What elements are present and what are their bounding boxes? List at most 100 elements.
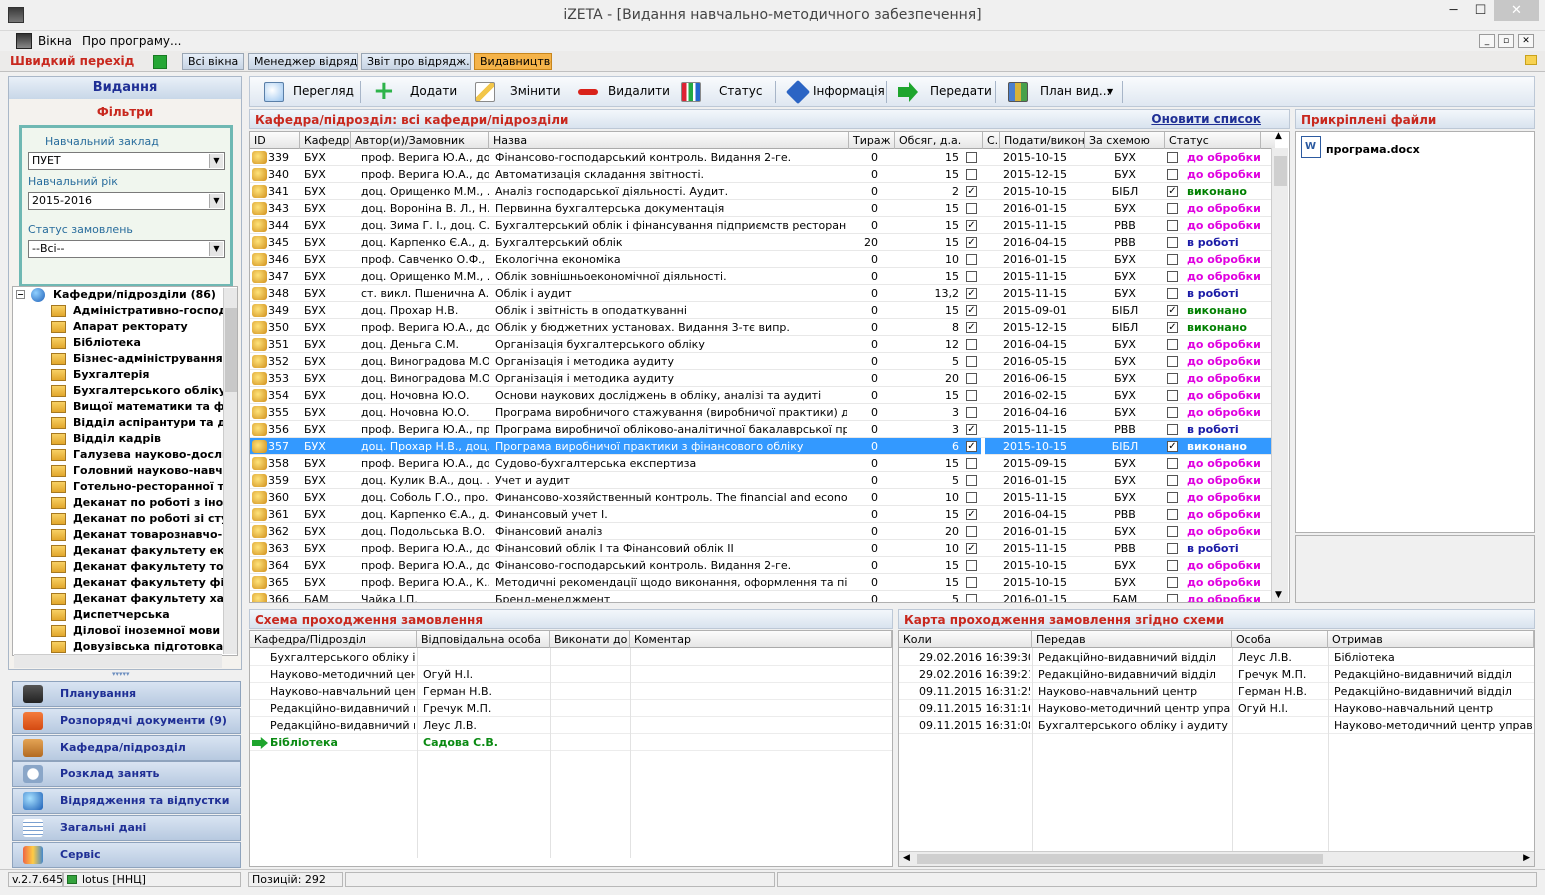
done-checkbox[interactable]: ✓: [1167, 186, 1178, 197]
column-header[interactable]: Кафедра: [300, 132, 351, 149]
send-button[interactable]: Передати: [895, 77, 992, 106]
tree-item[interactable]: Деканат факультету еко: [13, 543, 237, 559]
tree-item[interactable]: Відділ кадрів: [13, 431, 237, 447]
signed-checkbox[interactable]: [966, 577, 977, 588]
table-row[interactable]: 349 БУХ доц. Прохар Н.В. Облік і звітність …: [250, 302, 1275, 319]
table-row[interactable]: 355 БУХ доц. Ночовна Ю.О. Програма виробнич…: [250, 404, 1275, 421]
tree-item[interactable]: Бухгалтерського обліку і: [13, 383, 237, 399]
done-checkbox[interactable]: [1167, 254, 1178, 265]
column-header[interactable]: Відповідальна особа: [417, 631, 550, 648]
signed-checkbox[interactable]: [966, 152, 977, 163]
scheme-row[interactable]: Бухгалтерського обліку і а...: [250, 649, 892, 666]
view-button[interactable]: Перегляд: [260, 77, 354, 106]
signed-checkbox[interactable]: ✓: [966, 220, 977, 231]
scroll-right-icon[interactable]: ▶: [1523, 853, 1530, 863]
column-header[interactable]: Подати/виконати: [1000, 132, 1085, 149]
column-header[interactable]: Автор(и)/Замовник: [351, 132, 489, 149]
tree-item[interactable]: Головний науково-навчал: [13, 463, 237, 479]
done-checkbox[interactable]: [1167, 577, 1178, 588]
menu-about[interactable]: Про програму...: [82, 34, 181, 48]
quick-tab-publishing[interactable]: Видавництво: [474, 53, 552, 70]
done-checkbox[interactable]: [1167, 543, 1178, 554]
signed-checkbox[interactable]: ✓: [966, 424, 977, 435]
chevron-down-icon[interactable]: ▼: [209, 194, 223, 208]
minimize-button[interactable]: ─: [1440, 0, 1467, 21]
nav-item[interactable]: Загальні дані: [12, 815, 241, 841]
signed-checkbox[interactable]: [966, 407, 977, 418]
table-row[interactable]: 364 БУХ проф. Верига Ю.А., до... Фінансово-…: [250, 557, 1275, 574]
column-header[interactable]: Статус: [1165, 132, 1261, 149]
tree-item[interactable]: Відділ аспірантури та док: [13, 415, 237, 431]
quick-tab-trip-manager[interactable]: Менеджер відряд...: [248, 53, 358, 70]
column-header[interactable]: За схемою: [1085, 132, 1165, 149]
table-row[interactable]: 363 БУХ проф. Верига Ю.А., до... Фінансовий…: [250, 540, 1275, 557]
signed-checkbox[interactable]: ✓: [966, 305, 977, 316]
done-checkbox[interactable]: [1167, 169, 1178, 180]
tree-item[interactable]: Деканат факультету фіна: [13, 575, 237, 591]
route-row[interactable]: 09.11.2015 16:31:25 Науково-навчальний це…: [899, 683, 1534, 700]
attached-file[interactable]: програма.docx: [1326, 143, 1420, 156]
signed-checkbox[interactable]: [966, 594, 977, 602]
table-row[interactable]: 339 БУХ проф. Верига Ю.А., до... Фінансово-…: [250, 149, 1275, 166]
column-header[interactable]: Коли: [899, 631, 1032, 648]
tree-item[interactable]: Апарат ректорату: [13, 319, 237, 335]
tree-item[interactable]: Вищої математики та фіз: [13, 399, 237, 415]
tree-item[interactable]: Деканат товарознавчо-к: [13, 527, 237, 543]
nav-item[interactable]: Планування: [12, 681, 241, 707]
signed-checkbox[interactable]: [966, 492, 977, 503]
dropdown-arrow-icon[interactable]: ▼: [1107, 77, 1113, 106]
nav-item[interactable]: Сервіс: [12, 841, 241, 868]
chevron-down-icon[interactable]: ▼: [209, 242, 223, 256]
mdi-minimize-button[interactable]: _: [1479, 34, 1495, 48]
scheme-row[interactable]: Бібліотека Садова С.В.: [250, 734, 892, 751]
signed-checkbox[interactable]: [966, 356, 977, 367]
maximize-button[interactable]: ☐: [1467, 0, 1494, 21]
column-header[interactable]: Виконати до: [550, 631, 630, 648]
route-row[interactable]: 09.11.2015 16:31:16 Науково-методичний це…: [899, 700, 1534, 717]
tree-horizontal-scrollbar[interactable]: [14, 654, 222, 668]
route-card-horizontal-scrollbar[interactable]: ◀ ▶: [899, 851, 1534, 866]
signed-checkbox[interactable]: [966, 339, 977, 350]
signed-checkbox[interactable]: [966, 203, 977, 214]
tree-item[interactable]: Деканат по роботі зі сту: [13, 511, 237, 527]
column-header[interactable]: ID: [250, 132, 300, 149]
done-checkbox[interactable]: [1167, 407, 1178, 418]
signed-checkbox[interactable]: [966, 458, 977, 469]
column-header[interactable]: Кафедра/Підрозділ: [250, 631, 417, 648]
done-checkbox[interactable]: ✓: [1167, 322, 1178, 333]
table-row[interactable]: 365 БУХ проф. Верига Ю.А., К... Методичні р…: [250, 574, 1275, 591]
tree-item[interactable]: Бібліотека: [13, 335, 237, 351]
signed-checkbox[interactable]: [966, 169, 977, 180]
done-checkbox[interactable]: [1167, 339, 1178, 350]
grid-vertical-scrollbar[interactable]: ▲ ▼: [1271, 131, 1288, 602]
tree-item[interactable]: Диспетчерська: [13, 607, 237, 623]
scroll-up-icon[interactable]: ▲: [1275, 131, 1282, 141]
scroll-left-icon[interactable]: ◀: [903, 853, 910, 863]
column-header[interactable]: Передав: [1032, 631, 1232, 648]
done-checkbox[interactable]: [1167, 203, 1178, 214]
scheme-row[interactable]: Науково-методичний цент... Огуй Н.І.: [250, 666, 892, 683]
scheme-row[interactable]: Редакційно-видавничий від... Гречук М.П.: [250, 700, 892, 717]
splitter-handle[interactable]: ▾▾▾▾▾: [112, 671, 146, 678]
done-checkbox[interactable]: [1167, 475, 1178, 486]
mdi-restore-button[interactable]: ▫: [1498, 34, 1514, 48]
table-row[interactable]: 347 БУХ доц. Орищенко М.М., ... Облік зовні…: [250, 268, 1275, 285]
info-button[interactable]: Інформація: [785, 77, 885, 106]
tree-item[interactable]: Деканат факультету тов: [13, 559, 237, 575]
column-header[interactable]: Коментар: [630, 631, 892, 648]
add-button[interactable]: + Додати: [370, 77, 457, 106]
done-checkbox[interactable]: [1167, 492, 1178, 503]
tree-root[interactable]: − Кафедри/підрозділи (86): [13, 287, 237, 303]
nav-item[interactable]: Відрядження та відпустки: [12, 788, 241, 815]
column-header[interactable]: Тираж: [849, 132, 895, 149]
nav-item[interactable]: Розклад занять: [12, 761, 241, 788]
attached-files-list[interactable]: програма.docx: [1295, 131, 1535, 533]
tree-item[interactable]: Адміністративно-господа: [13, 303, 237, 319]
signed-checkbox[interactable]: ✓: [966, 237, 977, 248]
table-row[interactable]: 359 БУХ доц. Кулик В.А., доц. ... Учет и ау…: [250, 472, 1275, 489]
tree-item[interactable]: Готельно-ресторанної та: [13, 479, 237, 495]
status-filter-select[interactable]: --Всі-- ▼: [28, 240, 225, 258]
tree-item[interactable]: Галузева науково-дослід: [13, 447, 237, 463]
table-row[interactable]: 351 БУХ доц. Деньга С.М. Організація бухгал…: [250, 336, 1275, 353]
tree-vertical-scrollbar[interactable]: [223, 288, 237, 654]
